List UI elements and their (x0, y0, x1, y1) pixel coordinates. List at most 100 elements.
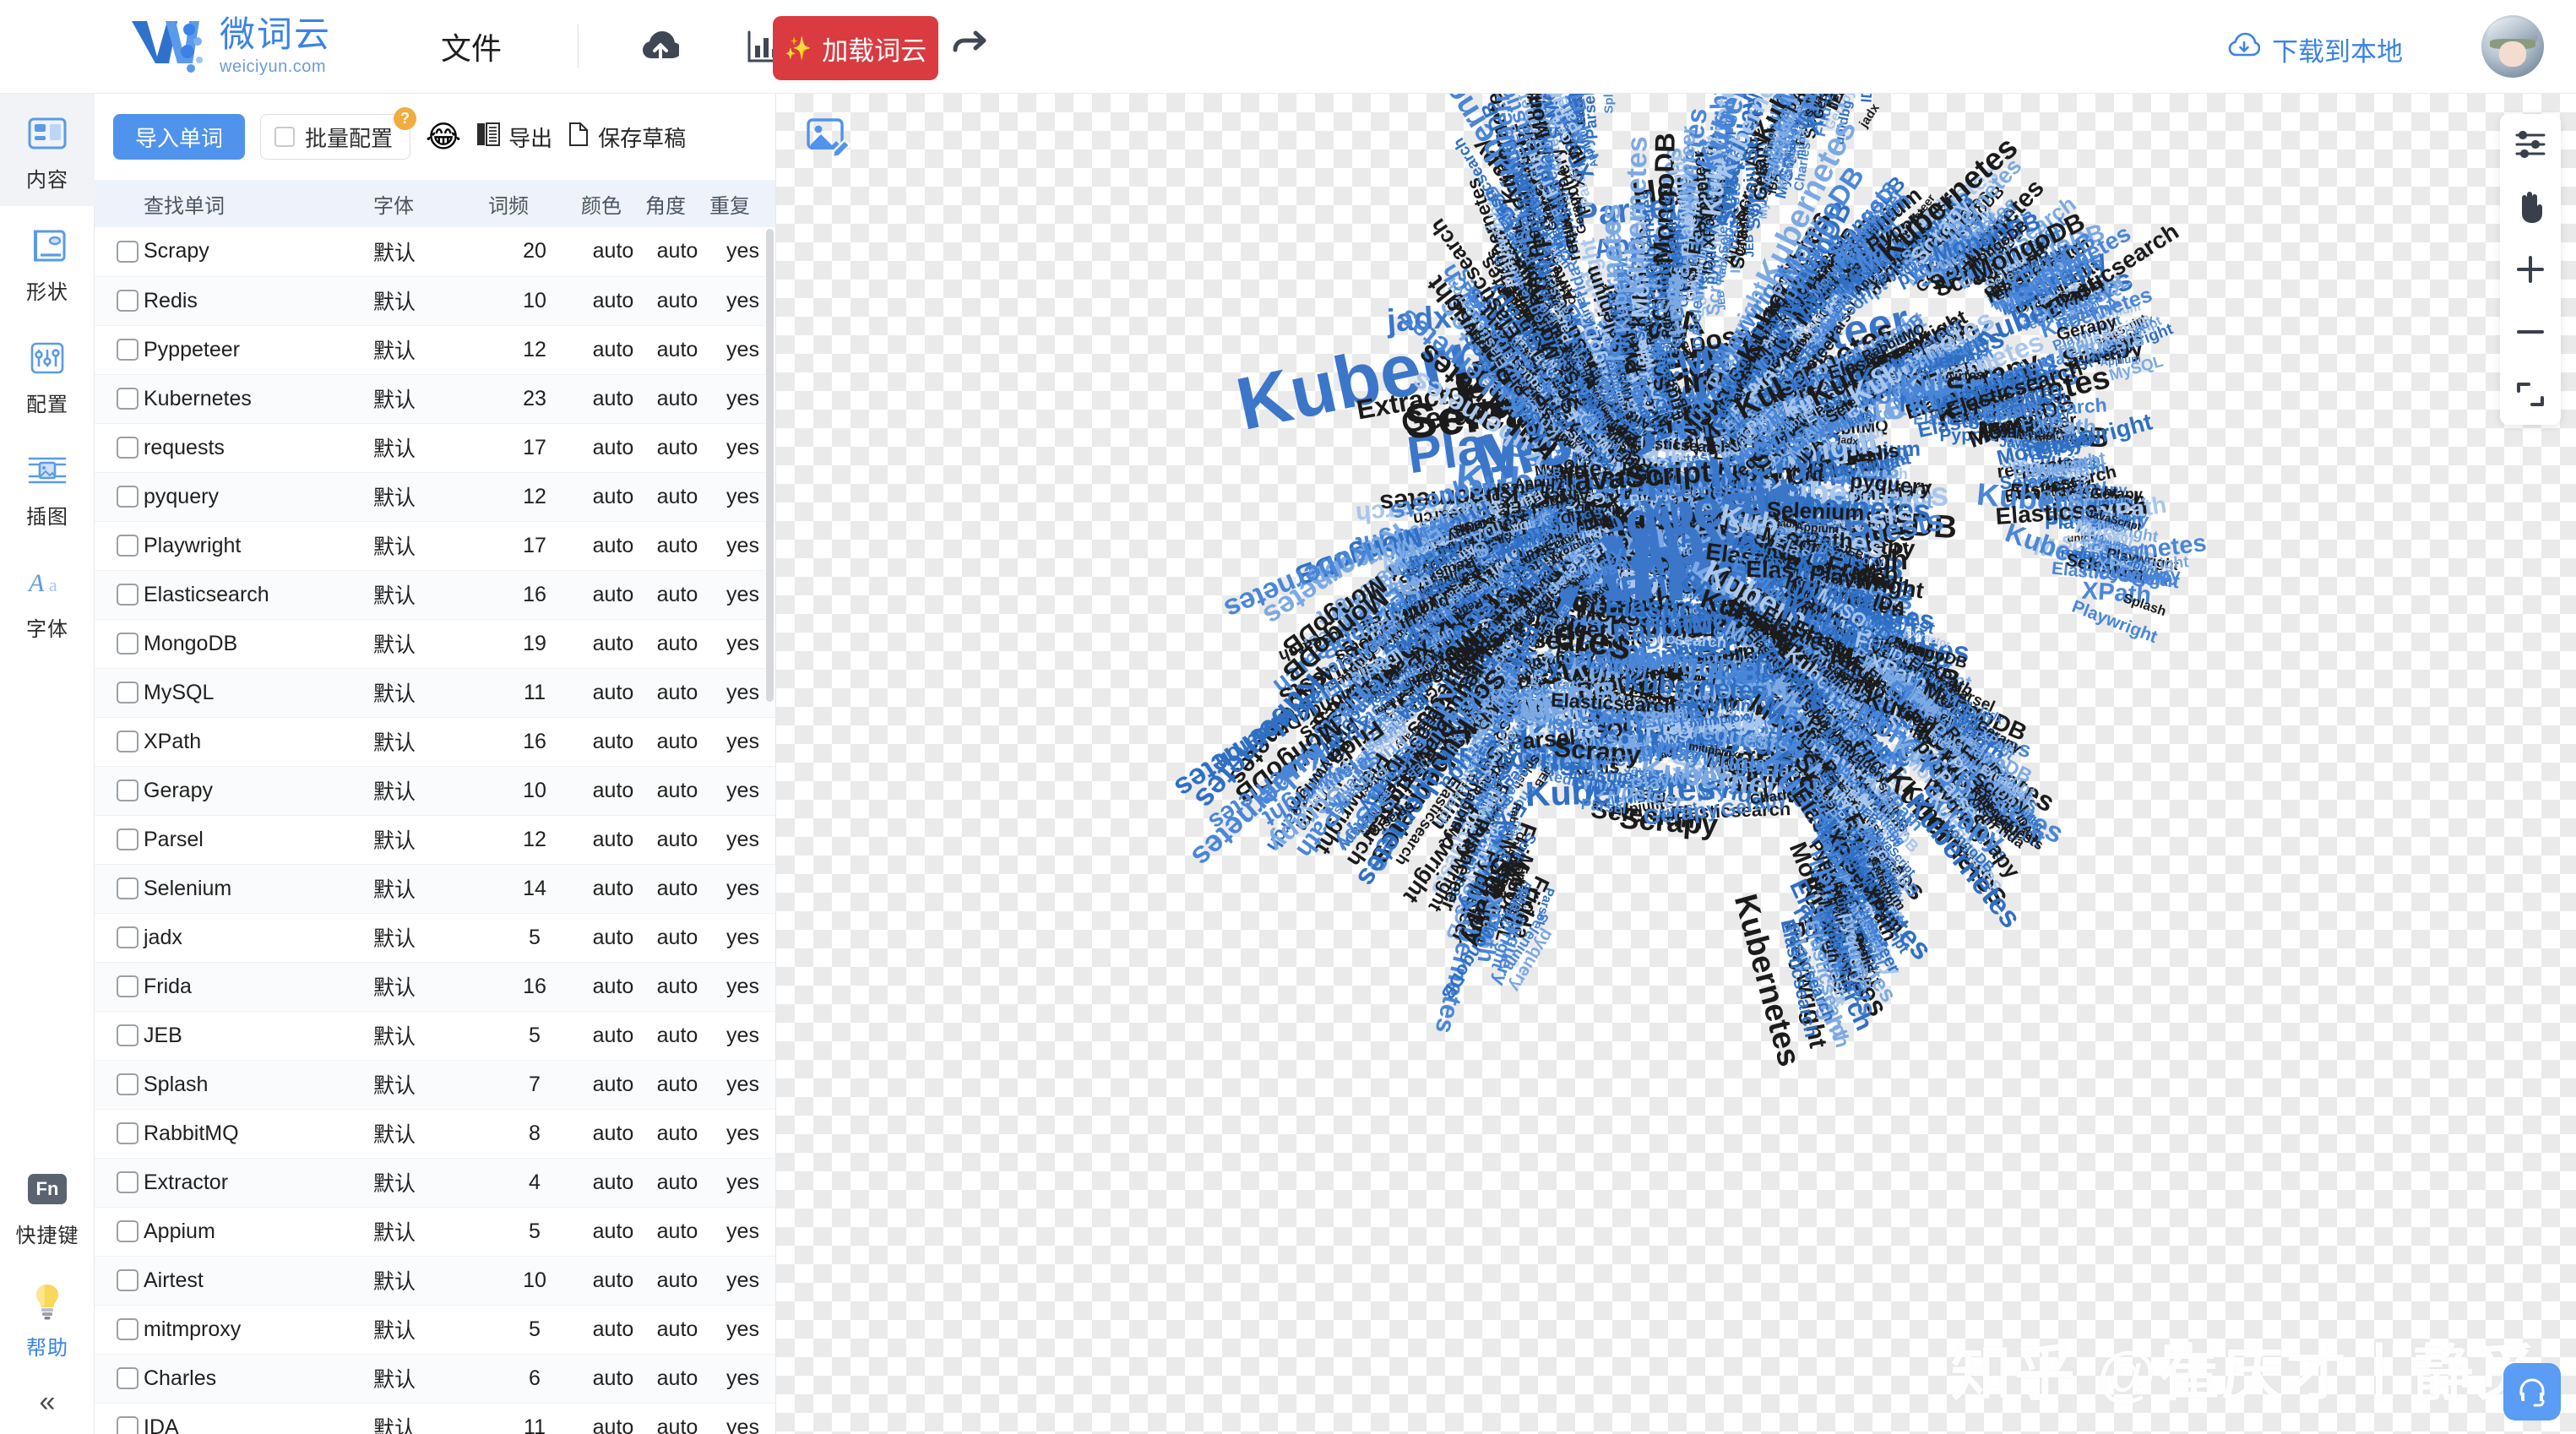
row-checkbox[interactable] (117, 240, 139, 263)
row-checkbox-cell[interactable] (95, 325, 144, 375)
row-checkbox-cell[interactable] (95, 1109, 144, 1159)
cell-font[interactable]: 默认 (373, 374, 488, 424)
cell-frequency[interactable]: 5 (488, 1011, 581, 1061)
column-header-font[interactable]: 字体 (373, 180, 488, 227)
cell-color[interactable]: auto (581, 1305, 645, 1355)
cell-repeat[interactable]: yes (709, 1109, 775, 1159)
cell-repeat[interactable]: yes (709, 1256, 775, 1306)
cell-word[interactable]: Kubernetes (144, 374, 373, 424)
table-row[interactable]: MySQL 默认 11 auto auto yes (95, 668, 775, 718)
row-checkbox-cell[interactable] (95, 521, 144, 571)
cell-frequency[interactable]: 12 (488, 325, 581, 375)
cell-frequency[interactable]: 17 (488, 521, 581, 571)
sliders-icon[interactable] (2512, 126, 2549, 163)
sidebar-item-content[interactable]: 内容 (0, 94, 95, 206)
row-checkbox[interactable] (117, 1367, 139, 1389)
cell-frequency[interactable]: 11 (488, 668, 581, 718)
row-checkbox-cell[interactable] (95, 668, 144, 718)
cell-angle[interactable]: auto (645, 1158, 709, 1208)
cell-color[interactable]: auto (581, 521, 645, 571)
row-checkbox[interactable] (117, 339, 139, 361)
row-checkbox-cell[interactable] (95, 1403, 144, 1434)
table-row[interactable]: Redis 默认 10 auto auto yes (95, 276, 775, 326)
fit-screen-icon[interactable] (2512, 376, 2549, 413)
cell-word[interactable]: Parsel (144, 815, 373, 865)
row-checkbox-cell[interactable] (95, 913, 144, 963)
row-checkbox[interactable] (117, 535, 139, 557)
table-row[interactable]: XPath 默认 16 auto auto yes (95, 717, 775, 767)
row-checkbox[interactable] (117, 1171, 139, 1193)
table-row[interactable]: MongoDB 默认 19 auto auto yes (95, 619, 775, 669)
cell-font[interactable]: 默认 (373, 1256, 488, 1306)
cell-frequency[interactable]: 4 (488, 1158, 581, 1208)
cell-angle[interactable]: auto (645, 423, 709, 473)
row-checkbox[interactable] (117, 877, 139, 899)
cell-color[interactable]: auto (581, 962, 645, 1012)
cell-font[interactable]: 默认 (373, 717, 488, 767)
cell-word[interactable]: Pyppeteer (144, 325, 373, 375)
cell-word[interactable]: IDA (144, 1403, 373, 1434)
row-checkbox[interactable] (117, 926, 139, 948)
cell-repeat[interactable]: yes (709, 1403, 775, 1434)
zoom-out-icon[interactable] (2512, 313, 2549, 350)
batch-config-button[interactable]: 批量配置 ? (260, 107, 417, 160)
cell-color[interactable]: auto (581, 570, 645, 620)
cell-color[interactable]: auto (581, 227, 645, 277)
cell-frequency[interactable]: 10 (488, 1256, 581, 1306)
cell-color[interactable]: auto (581, 766, 645, 816)
cell-font[interactable]: 默认 (373, 962, 488, 1012)
row-checkbox[interactable] (117, 731, 139, 752)
cell-frequency[interactable]: 12 (488, 815, 581, 865)
cell-font[interactable]: 默认 (373, 766, 488, 816)
column-header-angle[interactable]: 角度 (645, 180, 709, 227)
table-row[interactable]: Selenium 默认 14 auto auto yes (95, 864, 775, 914)
cell-font[interactable]: 默认 (373, 864, 488, 914)
headset-support-icon[interactable] (2503, 1363, 2561, 1420)
cell-angle[interactable]: auto (645, 962, 709, 1012)
import-words-button[interactable]: 导入单词 (113, 114, 246, 160)
row-checkbox-cell[interactable] (95, 1305, 144, 1355)
sidebar-item-illustration[interactable]: 插图 (0, 431, 95, 543)
cell-color[interactable]: auto (581, 619, 645, 669)
cell-color[interactable]: auto (581, 1011, 645, 1061)
row-checkbox[interactable] (117, 486, 139, 508)
row-checkbox-cell[interactable] (95, 1158, 144, 1208)
cell-color[interactable]: auto (581, 717, 645, 767)
cell-angle[interactable]: auto (645, 1305, 709, 1355)
cell-color[interactable]: auto (581, 668, 645, 718)
column-header-frequency[interactable]: 词频 (488, 180, 581, 227)
cell-word[interactable]: requests (144, 423, 373, 473)
cell-angle[interactable]: auto (645, 717, 709, 767)
sidebar-item-config[interactable]: 配置 (0, 318, 95, 431)
cell-frequency[interactable]: 16 (488, 717, 581, 767)
cell-repeat[interactable]: yes (709, 1354, 775, 1404)
load-wordcloud-button[interactable]: ✨ 加载词云 (773, 16, 938, 80)
cell-frequency[interactable]: 5 (488, 913, 581, 963)
cell-repeat[interactable]: yes (709, 1158, 775, 1208)
row-checkbox-cell[interactable] (95, 766, 144, 816)
cell-angle[interactable]: auto (645, 766, 709, 816)
cell-frequency[interactable]: 20 (488, 227, 581, 277)
cell-frequency[interactable]: 19 (488, 619, 581, 669)
row-checkbox-cell[interactable] (95, 1060, 144, 1110)
cell-repeat[interactable]: yes (709, 1011, 775, 1061)
cell-color[interactable]: auto (581, 276, 645, 326)
cell-word[interactable]: Splash (144, 1060, 373, 1110)
cell-repeat[interactable]: yes (709, 717, 775, 767)
cell-angle[interactable]: auto (645, 913, 709, 963)
cell-word[interactable]: Elasticsearch (144, 570, 373, 620)
row-checkbox-cell[interactable] (95, 374, 144, 424)
cell-frequency[interactable]: 12 (488, 472, 581, 522)
table-row[interactable]: Appium 默认 5 auto auto yes (95, 1207, 775, 1257)
cell-color[interactable]: auto (581, 1060, 645, 1110)
redo-icon[interactable] (948, 25, 991, 68)
cell-font[interactable]: 默认 (373, 423, 488, 473)
cell-angle[interactable]: auto (645, 1109, 709, 1159)
cell-angle[interactable]: auto (645, 668, 709, 718)
row-checkbox-cell[interactable] (95, 1011, 144, 1061)
double-chevron-left-icon[interactable]: « (0, 1374, 95, 1422)
row-checkbox-cell[interactable] (95, 962, 144, 1012)
cell-word[interactable]: RabbitMQ (144, 1109, 373, 1159)
row-checkbox[interactable] (117, 290, 139, 312)
cell-angle[interactable]: auto (645, 472, 709, 522)
